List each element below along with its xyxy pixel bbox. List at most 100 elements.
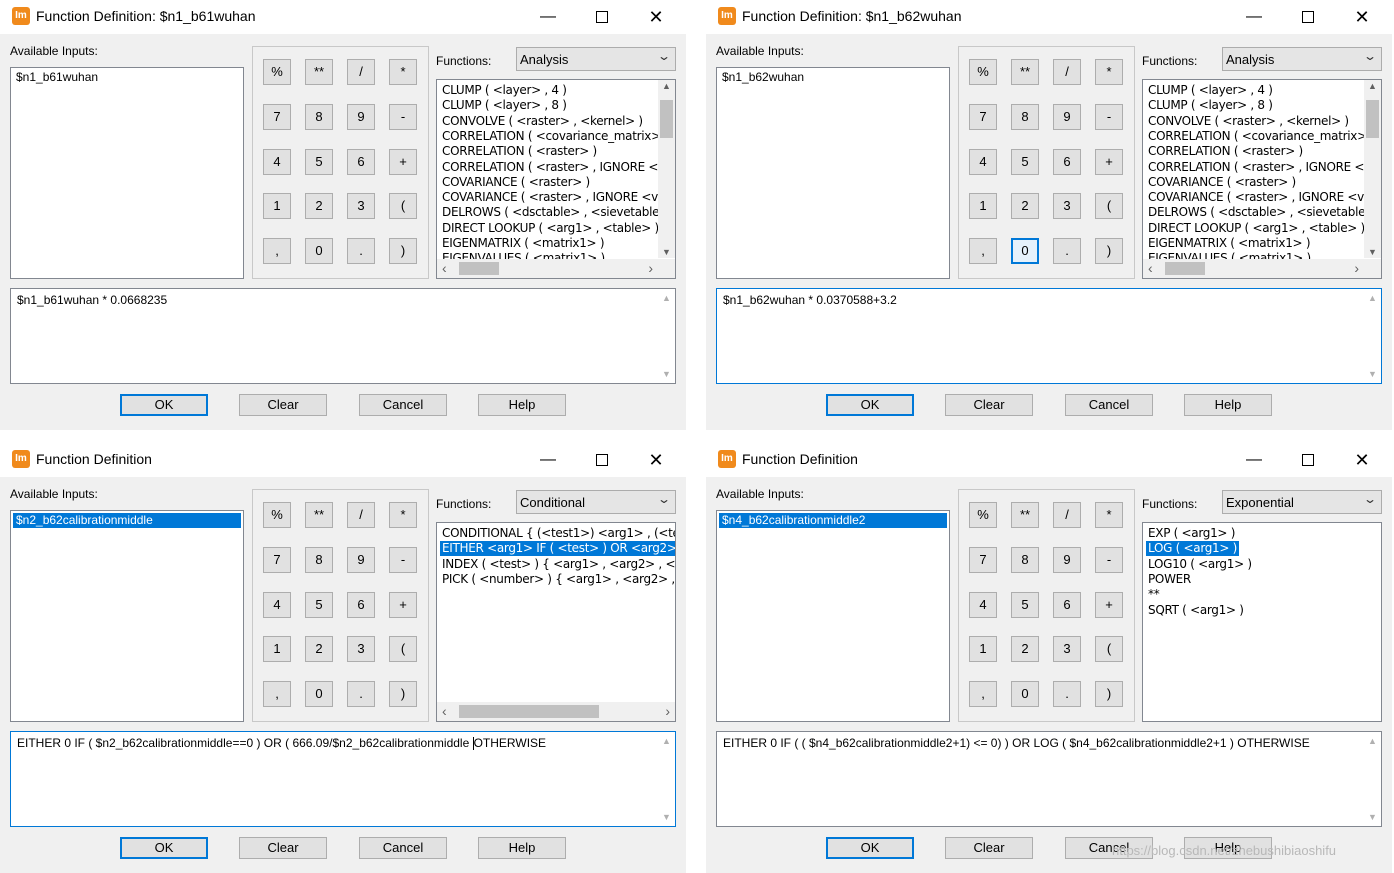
function-item[interactable]: COVARIANCE ( <raster> ) <box>1146 175 1298 190</box>
function-item[interactable]: LOG10 ( <arg1> ) <box>1146 557 1254 572</box>
key-open-paren[interactable]: ( <box>1095 636 1123 662</box>
scroll-down-icon[interactable]: ▼ <box>1364 247 1381 257</box>
clear-button[interactable]: Clear <box>239 837 327 859</box>
key-6[interactable]: 6 <box>347 592 375 618</box>
key-8[interactable]: 8 <box>305 547 333 573</box>
expression-text[interactable]: EITHER 0 IF ( $n2_b62calibrationmiddle==… <box>17 736 546 751</box>
scroll-right-icon[interactable]: › <box>1354 260 1359 276</box>
function-item[interactable]: POWER <box>1146 572 1193 587</box>
function-item[interactable]: CLUMP ( <layer> , 8 ) <box>1146 98 1275 113</box>
key-decimal[interactable]: . <box>347 681 375 707</box>
key-0[interactable]: 0 <box>1011 238 1039 264</box>
key-5[interactable]: 5 <box>305 592 333 618</box>
key-4[interactable]: 4 <box>263 592 291 618</box>
key-plus[interactable]: + <box>1095 592 1123 618</box>
key-decimal[interactable]: . <box>1053 681 1081 707</box>
expression-scrollbar[interactable]: ▲ ▼ <box>658 289 675 383</box>
expression-editor[interactable]: $n1_b61wuhan * 0.0668235 ▲ ▼ <box>10 288 676 384</box>
functions-category-select[interactable]: Analysis ⌄ <box>1222 47 1382 71</box>
cancel-button[interactable]: Cancel <box>359 837 447 859</box>
scroll-left-icon[interactable]: ‹ <box>442 703 447 719</box>
expression-text[interactable]: EITHER 0 IF ( ( $n4_b62calibrationmiddle… <box>723 736 1310 750</box>
key-6[interactable]: 6 <box>1053 149 1081 175</box>
function-item[interactable]: LOG ( <arg1> ) <box>1146 541 1240 557</box>
available-inputs-list[interactable]: $n1_b61wuhan <box>10 67 244 279</box>
expression-editor[interactable]: $n1_b62wuhan * 0.0370588+3.2 ▲ ▼ <box>716 288 1382 384</box>
key-9[interactable]: 9 <box>347 547 375 573</box>
scroll-down-icon[interactable]: ▼ <box>658 812 675 822</box>
functions-category-select[interactable]: Exponential ⌄ <box>1222 490 1382 514</box>
key-0[interactable]: 0 <box>305 681 333 707</box>
key-1[interactable]: 1 <box>263 193 291 219</box>
key-power[interactable]: ** <box>305 59 333 85</box>
key-3[interactable]: 3 <box>347 193 375 219</box>
key-4[interactable]: 4 <box>263 149 291 175</box>
key-comma[interactable]: , <box>263 681 291 707</box>
ok-button[interactable]: OK <box>120 394 208 416</box>
key-multiply[interactable]: * <box>1095 502 1123 528</box>
key-power[interactable]: ** <box>1011 502 1039 528</box>
functions-list[interactable]: CLUMP ( <layer> , 4 ) CLUMP ( <layer> , 8… <box>436 79 676 279</box>
function-item[interactable]: EXP ( <arg1> ) <box>1146 526 1237 541</box>
clear-button[interactable]: Clear <box>945 394 1033 416</box>
expression-text[interactable]: $n1_b61wuhan * 0.0668235 <box>17 293 167 307</box>
key-power[interactable]: ** <box>1011 59 1039 85</box>
key-9[interactable]: 9 <box>1053 104 1081 130</box>
function-item[interactable]: COVARIANCE ( <raster> , IGNORE <v <box>440 190 660 205</box>
scroll-thumb[interactable] <box>1366 100 1379 138</box>
key-4[interactable]: 4 <box>969 592 997 618</box>
key-percent[interactable]: % <box>263 502 291 528</box>
function-item[interactable]: CLUMP ( <layer> , 8 ) <box>440 98 569 113</box>
help-button[interactable]: Help <box>478 837 566 859</box>
function-item[interactable]: CORRELATION ( <raster> , IGNORE < <box>1146 160 1366 175</box>
function-item[interactable]: COVARIANCE ( <raster> ) <box>440 175 592 190</box>
key-percent[interactable]: % <box>263 59 291 85</box>
expression-editor[interactable]: EITHER 0 IF ( ( $n4_b62calibrationmiddle… <box>716 731 1382 827</box>
key-open-paren[interactable]: ( <box>389 193 417 219</box>
expression-text[interactable]: $n1_b62wuhan * 0.0370588+3.2 <box>723 293 897 307</box>
functions-list[interactable]: CONDITIONAL { (<test1>) <arg1> , (<test2… <box>436 522 676 722</box>
key-0[interactable]: 0 <box>1011 681 1039 707</box>
functions-vertical-scrollbar[interactable]: ▲ ▼ <box>1364 80 1381 258</box>
scroll-up-icon[interactable]: ▲ <box>658 293 675 303</box>
key-open-paren[interactable]: ( <box>1095 193 1123 219</box>
function-item[interactable]: DIRECT LOOKUP ( <arg1> , <table> ) <box>1146 221 1367 236</box>
key-7[interactable]: 7 <box>263 104 291 130</box>
help-button[interactable]: Help <box>1184 394 1272 416</box>
functions-vertical-scrollbar[interactable]: ▲ ▼ <box>658 80 675 258</box>
function-item[interactable]: CLUMP ( <layer> , 4 ) <box>440 83 569 98</box>
close-icon[interactable]: ✕ <box>634 446 678 474</box>
close-icon[interactable]: ✕ <box>1340 3 1384 31</box>
available-input-item[interactable]: $n4_b62calibrationmiddle2 <box>719 513 947 528</box>
ok-button[interactable]: OK <box>120 837 208 859</box>
scroll-right-icon[interactable]: › <box>665 703 670 719</box>
key-minus[interactable]: - <box>389 547 417 573</box>
available-input-item[interactable]: $n1_b62wuhan <box>719 70 807 85</box>
key-minus[interactable]: - <box>1095 104 1123 130</box>
scroll-left-icon[interactable]: ‹ <box>1148 260 1153 276</box>
key-percent[interactable]: % <box>969 502 997 528</box>
title-bar[interactable]: Im Function Definition — ✕ <box>706 443 1392 477</box>
scroll-up-icon[interactable]: ▲ <box>1364 81 1381 91</box>
key-9[interactable]: 9 <box>1053 547 1081 573</box>
key-close-paren[interactable]: ) <box>1095 238 1123 264</box>
key-plus[interactable]: + <box>389 592 417 618</box>
key-6[interactable]: 6 <box>347 149 375 175</box>
close-icon[interactable]: ✕ <box>1340 446 1384 474</box>
key-2[interactable]: 2 <box>305 636 333 662</box>
function-item[interactable]: CONVOLVE ( <raster> , <kernel> ) <box>440 114 645 129</box>
key-0[interactable]: 0 <box>305 238 333 264</box>
minimize-icon[interactable]: — <box>526 3 570 31</box>
function-item[interactable]: COVARIANCE ( <raster> , IGNORE <v <box>1146 190 1366 205</box>
key-close-paren[interactable]: ) <box>1095 681 1123 707</box>
key-2[interactable]: 2 <box>1011 193 1039 219</box>
functions-horizontal-scrollbar[interactable]: ‹ › <box>1143 259 1364 278</box>
key-divide[interactable]: / <box>1053 59 1081 85</box>
key-divide[interactable]: / <box>347 502 375 528</box>
function-item[interactable]: INDEX ( <test> ) { <arg1> , <arg2> , <ar… <box>440 557 675 572</box>
function-item[interactable]: PICK ( <number> ) { <arg1> , <arg2> , <a… <box>440 572 675 587</box>
scroll-thumb[interactable] <box>459 262 499 275</box>
scroll-up-icon[interactable]: ▲ <box>1364 293 1381 303</box>
key-close-paren[interactable]: ) <box>389 238 417 264</box>
scroll-up-icon[interactable]: ▲ <box>658 736 675 746</box>
